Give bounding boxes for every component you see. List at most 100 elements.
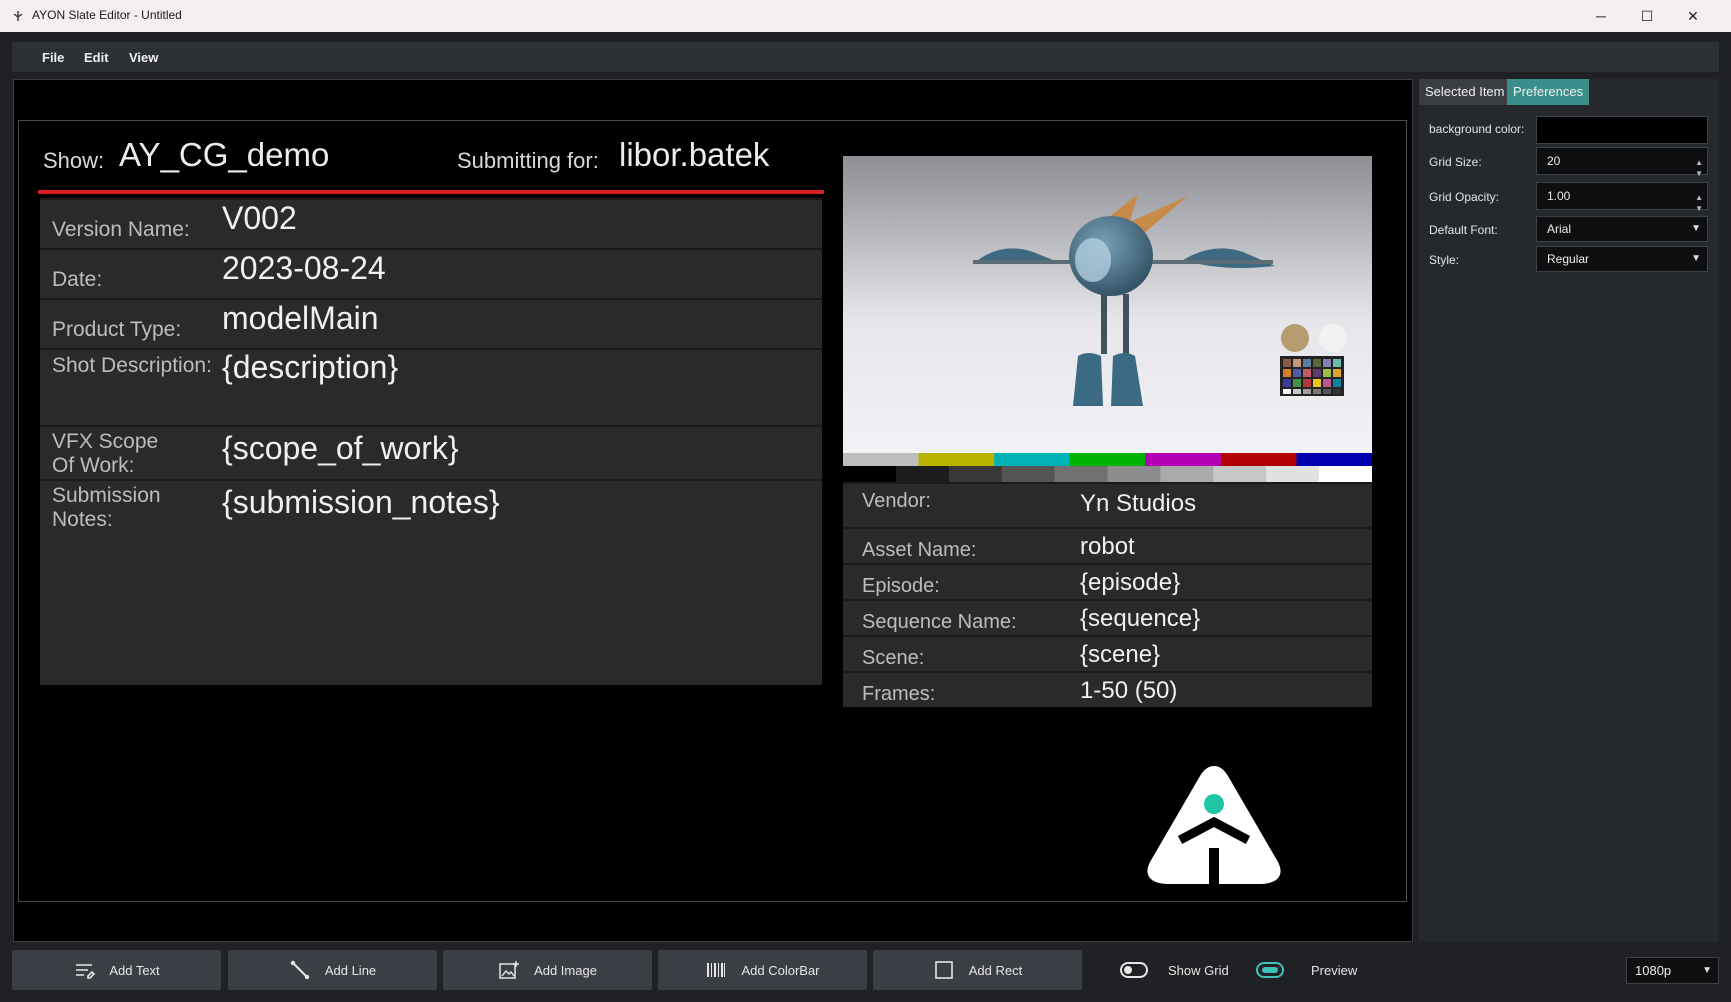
colorbar-swatch: [1296, 453, 1372, 466]
menu-view[interactable]: View: [129, 50, 158, 65]
toggle-knob: [1124, 966, 1132, 974]
shot-description-value: {description}: [222, 349, 399, 385]
chevron-down-icon: ▼: [1691, 223, 1701, 234]
asset-name-value: robot: [1080, 533, 1135, 560]
thumbnail-image[interactable]: [843, 156, 1372, 453]
rectangle-icon: [934, 961, 953, 979]
title-bar: AYON Slate Editor - Untitled ─ ☐ ✕: [0, 0, 1731, 32]
menu-bar: File Edit View: [12, 42, 1719, 72]
grid-size-value: 20: [1547, 154, 1561, 168]
grid-size-label: Grid Size:: [1429, 155, 1482, 169]
default-font-select[interactable]: Arial ▼: [1536, 216, 1708, 242]
table-row: Vendor: Yn Studios: [843, 482, 1372, 527]
maximize-button[interactable]: ☐: [1624, 0, 1670, 32]
colorbar-gray-step: [948, 466, 1003, 482]
add-colorbar-button[interactable]: Add ColorBar: [658, 950, 867, 990]
toggle-knob: [1262, 967, 1278, 973]
menu-file[interactable]: File: [42, 50, 64, 65]
frames-value: 1-50 (50): [1080, 677, 1178, 704]
add-line-label: Add Line: [324, 962, 377, 978]
table-row: Episode: {episode}: [843, 563, 1372, 599]
sequence-name-value: {sequence}: [1080, 605, 1201, 632]
vfx-scope-label-line1: VFX Scope: [52, 430, 159, 453]
tab-preferences[interactable]: Preferences: [1507, 79, 1590, 105]
add-image-icon: [499, 961, 520, 979]
submission-notes-label-line1: Submission: [52, 484, 161, 507]
add-image-button[interactable]: Add Image: [443, 950, 652, 990]
minimize-button[interactable]: ─: [1578, 0, 1624, 32]
style-select[interactable]: Regular ▼: [1536, 246, 1708, 272]
resolution-value: 1080p: [1635, 963, 1672, 978]
add-image-label: Add Image: [534, 962, 597, 978]
chevron-down-icon: ▼: [1691, 253, 1701, 264]
show-grid-toggle[interactable]: [1120, 962, 1148, 978]
grid-opacity-spinbox[interactable]: 1.00 ▲ ▼: [1536, 182, 1708, 213]
vfx-scope-label-line2: Of Work:: [52, 454, 135, 477]
date-label: Date:: [52, 268, 103, 291]
window-title: AYON Slate Editor - Untitled: [32, 8, 182, 22]
vendor-label: Vendor:: [862, 490, 931, 512]
colorbar-swatch: [1145, 453, 1222, 466]
shot-description-label: Shot Description:: [52, 354, 212, 377]
table-row: Scene: {scene}: [843, 635, 1372, 671]
app-icon: [13, 11, 23, 21]
colorbar-gray-step: [1213, 466, 1267, 482]
submitting-label[interactable]: Submitting for:: [457, 148, 599, 174]
properties-panel: Selected Item Preferences background col…: [1419, 79, 1719, 942]
shot-info-table[interactable]: Version Name: V002 Date: 2023-08-24 Prod…: [40, 198, 822, 685]
product-type-label: Product Type:: [52, 318, 182, 341]
frames-label: Frames:: [862, 683, 936, 705]
table-row: Sequence Name: {sequence}: [843, 599, 1372, 635]
colorbar-swatch: [1220, 453, 1297, 466]
barcode-icon: [707, 963, 726, 977]
colorbar-gray-step: [895, 466, 950, 482]
submitting-value[interactable]: libor.batek: [619, 136, 769, 174]
table-row: Version Name: V002: [40, 198, 822, 248]
show-value[interactable]: AY_CG_demo: [119, 136, 329, 174]
chevron-down-icon: ▼: [1702, 965, 1712, 976]
background-color-swatch[interactable]: [1536, 116, 1708, 144]
add-colorbar-label: Add ColorBar: [741, 962, 820, 978]
tab-selected-item[interactable]: Selected Item: [1419, 79, 1513, 105]
add-rect-button[interactable]: Add Rect: [873, 950, 1082, 990]
resolution-select[interactable]: 1080p ▼: [1626, 957, 1719, 984]
asset-name-label: Asset Name:: [862, 539, 977, 561]
table-row: Frames: 1-50 (50): [843, 671, 1372, 707]
close-button[interactable]: ✕: [1670, 0, 1716, 32]
version-name-label: Version Name:: [52, 218, 190, 241]
colorbar[interactable]: [843, 453, 1372, 482]
vfx-scope-value: {scope_of_work}: [222, 430, 459, 466]
background-color-label: background color:: [1429, 122, 1525, 136]
preview-toggle[interactable]: [1256, 962, 1284, 978]
colorbar-gray-step: [1160, 466, 1214, 482]
table-row: VFX Scope Of Work: {scope_of_work}: [40, 425, 822, 479]
grid-size-spinbox[interactable]: 20 ▲ ▼: [1536, 147, 1708, 178]
menu-edit[interactable]: Edit: [84, 50, 109, 65]
table-row: Date: 2023-08-24: [40, 248, 822, 298]
colorbar-gray-step: [1107, 466, 1161, 482]
episode-label: Episode:: [862, 575, 940, 597]
add-rect-label: Add Rect: [968, 962, 1023, 978]
version-name-value: V002: [222, 200, 297, 236]
colorbar-gray-step: [1054, 466, 1108, 482]
add-text-label: Add Text: [109, 962, 160, 978]
submission-notes-value: {submission_notes}: [222, 484, 500, 520]
add-line-icon: [290, 960, 310, 980]
add-text-button[interactable]: Add Text: [12, 950, 221, 990]
show-label[interactable]: Show:: [43, 148, 104, 174]
table-row: Shot Description: {description}: [40, 348, 822, 425]
vendor-value: Yn Studios: [1080, 490, 1197, 517]
header-red-line[interactable]: [38, 190, 824, 194]
add-line-button[interactable]: Add Line: [228, 950, 437, 990]
style-label: Style:: [1429, 253, 1460, 267]
table-row: Asset Name: robot: [843, 527, 1372, 563]
asset-info-table[interactable]: Vendor: Yn Studios Asset Name: robot Epi…: [843, 482, 1372, 707]
sequence-name-label: Sequence Name:: [862, 611, 1017, 633]
grid-opacity-value: 1.00: [1547, 189, 1571, 203]
colorbar-gray-step: [1266, 466, 1320, 482]
style-value: Regular: [1547, 252, 1590, 266]
submission-notes-label-line2: Notes:: [52, 508, 113, 531]
ayon-logo-icon[interactable]: [1144, 762, 1284, 886]
grid-opacity-label: Grid Opacity:: [1429, 190, 1500, 204]
default-font-label: Default Font:: [1429, 223, 1498, 237]
